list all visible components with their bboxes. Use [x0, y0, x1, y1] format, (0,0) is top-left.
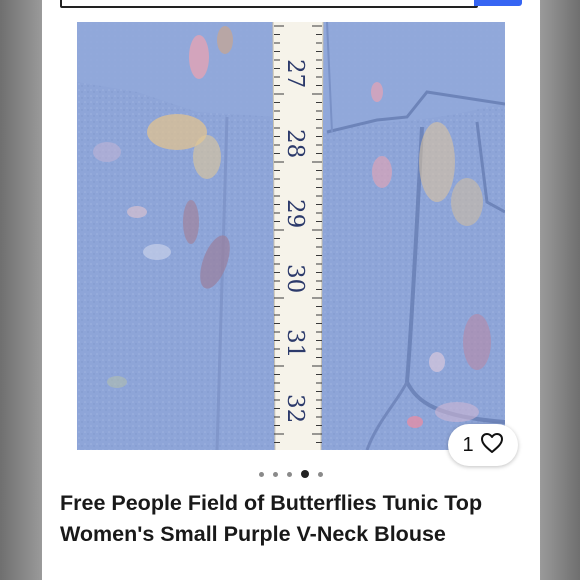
tape-number-30: 30: [282, 264, 308, 293]
pagination-dot[interactable]: [287, 471, 292, 477]
listing-panel: 27 28 29 30 31 32 1 Free People Field of…: [42, 0, 540, 580]
product-photo-image: 27 28 29 30 31 32: [77, 22, 505, 450]
photo-pagination-dots[interactable]: [42, 466, 540, 482]
tape-number-32: 32: [282, 394, 308, 423]
pagination-dot-active[interactable]: [301, 470, 309, 478]
backdrop-left: [0, 0, 42, 580]
listing-title: Free People Field of Butterflies Tunic T…: [60, 491, 483, 546]
tape-number-29: 29: [282, 199, 308, 228]
tape-number-31: 31: [282, 329, 308, 358]
pagination-dot[interactable]: [273, 471, 278, 477]
product-photo[interactable]: 27 28 29 30 31 32: [77, 22, 505, 450]
backdrop-right: [540, 0, 580, 580]
pagination-dot[interactable]: [318, 471, 323, 477]
search-input[interactable]: [60, 0, 478, 8]
heart-outline-icon: [480, 432, 504, 459]
tape-number-27: 27: [282, 59, 308, 88]
tape-number-28: 28: [282, 129, 308, 158]
search-button[interactable]: [474, 0, 522, 6]
like-button[interactable]: 1: [448, 424, 518, 466]
like-count: 1: [462, 433, 474, 456]
pagination-dot[interactable]: [259, 471, 264, 477]
